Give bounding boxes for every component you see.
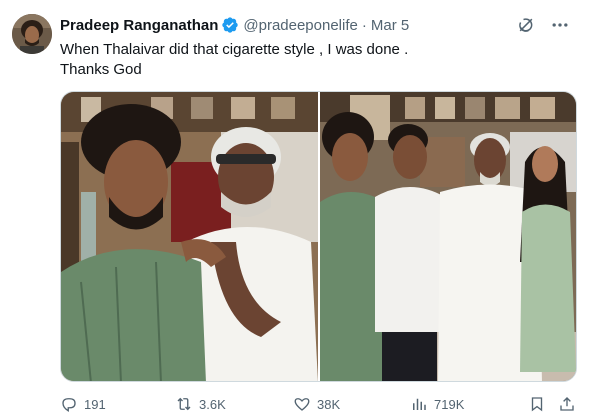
- repost-count: 3.6K: [199, 396, 226, 412]
- more-icon[interactable]: [550, 15, 570, 35]
- reply-icon: [62, 398, 76, 412]
- heart-icon: [294, 398, 310, 411]
- author-name[interactable]: Pradeep Ranganathan: [60, 17, 218, 34]
- tweet-header: Pradeep Ranganathan @pradeeponelife · Ma…: [60, 15, 570, 35]
- photo-right[interactable]: [320, 92, 576, 381]
- tweet-text-line-1: When Thalaivar did that cigarette style …: [60, 41, 409, 58]
- repost-icon: [177, 397, 191, 411]
- header-actions: [516, 15, 570, 35]
- repost-button[interactable]: 3.6K: [175, 394, 226, 414]
- like-button[interactable]: 38K: [293, 394, 340, 414]
- header-separator: ·: [361, 16, 367, 34]
- grok-icon[interactable]: [516, 15, 536, 35]
- views-icon: [413, 398, 426, 410]
- tweet-media[interactable]: [60, 91, 577, 382]
- bookmark-icon: [531, 397, 543, 412]
- tweet-date[interactable]: Mar 5: [371, 17, 409, 34]
- photo-left[interactable]: [61, 92, 318, 381]
- tweet-text-line-2: Thanks God: [60, 61, 142, 78]
- verified-badge-icon[interactable]: [221, 16, 239, 34]
- author-handle[interactable]: @pradeeponelife: [243, 17, 357, 34]
- bookmark-button[interactable]: [528, 394, 546, 414]
- views-button[interactable]: 719K: [410, 394, 464, 414]
- reply-count: 191: [84, 396, 106, 412]
- reply-button[interactable]: 191: [60, 394, 106, 414]
- tweet-actions: 191 3.6K 38K 719K: [60, 394, 580, 414]
- views-count: 719K: [434, 396, 465, 412]
- tweet-text: When Thalaivar did that cigarette style …: [60, 40, 570, 80]
- like-count: 38K: [317, 396, 341, 412]
- share-icon: [560, 397, 574, 411]
- share-button[interactable]: [558, 394, 576, 414]
- author-avatar[interactable]: [12, 14, 52, 54]
